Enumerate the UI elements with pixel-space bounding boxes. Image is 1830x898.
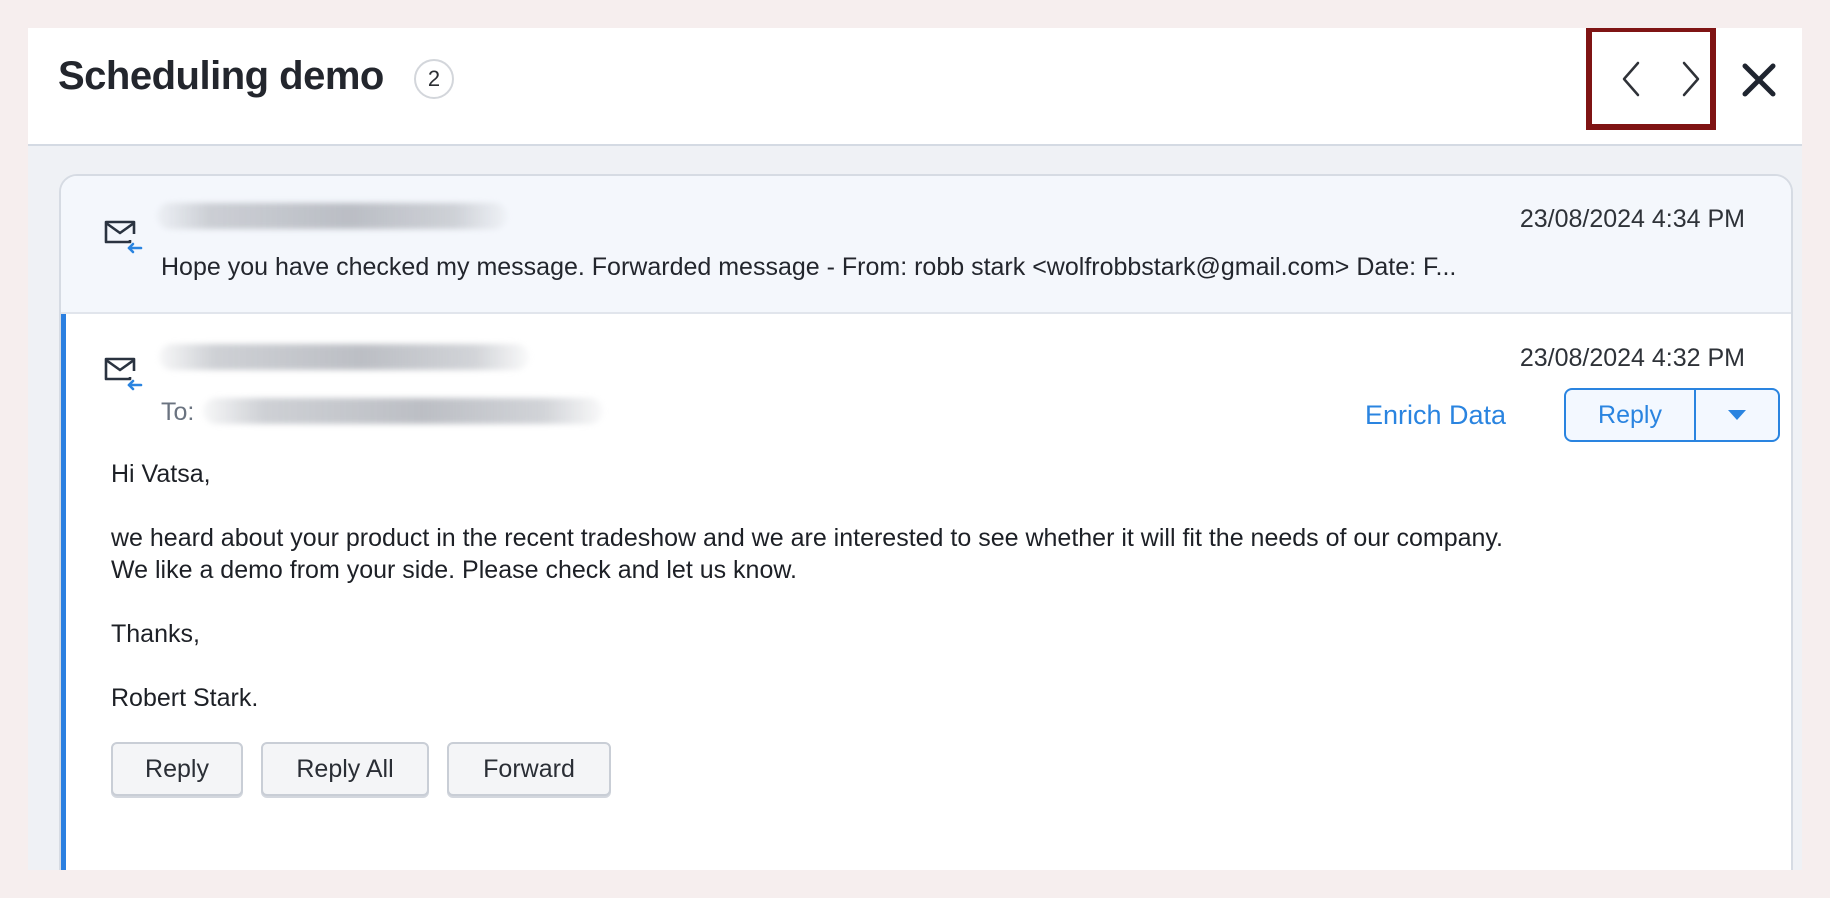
forward-button[interactable]: Forward: [447, 742, 611, 796]
email-date: 23/08/2024 4:32 PM: [1519, 344, 1745, 372]
email-date: 23/08/2024 4:34 PM: [1519, 205, 1745, 233]
email-body-signature: Robert Stark.: [111, 684, 259, 712]
chevron-right-icon: [1682, 61, 1700, 97]
mail-incoming-icon: [104, 220, 143, 254]
previous-thread-button[interactable]: [1608, 54, 1654, 104]
email-body-thanks: Thanks,: [111, 620, 200, 648]
recipient-redacted: [203, 398, 603, 424]
chevron-left-icon: [1622, 61, 1640, 97]
email-body-line: we heard about your product in the recen…: [111, 524, 1504, 552]
email-body-greeting: Hi Vatsa,: [111, 460, 211, 488]
thread-header: Scheduling demo 2: [28, 28, 1802, 146]
email-item-collapsed[interactable]: 23/08/2024 4:34 PM Hope you have checked…: [61, 176, 1791, 314]
email-body-line: We like a demo from your side. Please ch…: [111, 556, 797, 584]
email-thread-list: 23/08/2024 4:34 PM Hope you have checked…: [59, 174, 1793, 870]
close-icon: [1742, 63, 1776, 97]
reply-action-button[interactable]: Reply: [111, 742, 243, 796]
email-snippet: Hope you have checked my message. Forwar…: [161, 253, 1457, 281]
reply-options-dropdown[interactable]: [1696, 390, 1778, 440]
close-button[interactable]: [1737, 58, 1781, 102]
message-count-badge: 2: [414, 59, 454, 99]
sender-name-redacted: [157, 203, 507, 229]
enrich-data-link[interactable]: Enrich Data: [1365, 400, 1506, 431]
reply-split-button: Reply: [1564, 388, 1780, 442]
selected-email-indicator: [61, 314, 66, 870]
next-thread-button[interactable]: [1668, 54, 1714, 104]
email-thread-panel: Scheduling demo 2 23/08/2024 4:34 PM Hop…: [28, 28, 1802, 870]
reply-button[interactable]: Reply: [1566, 390, 1696, 440]
sender-name-redacted: [159, 344, 529, 370]
mail-incoming-icon: [104, 357, 143, 391]
to-label: To:: [161, 398, 195, 426]
reply-all-button[interactable]: Reply All: [261, 742, 429, 796]
caret-down-icon: [1728, 410, 1746, 420]
email-item-expanded: 23/08/2024 4:32 PM To: Enrich Data Reply…: [61, 314, 1791, 870]
thread-title: Scheduling demo: [58, 54, 384, 98]
